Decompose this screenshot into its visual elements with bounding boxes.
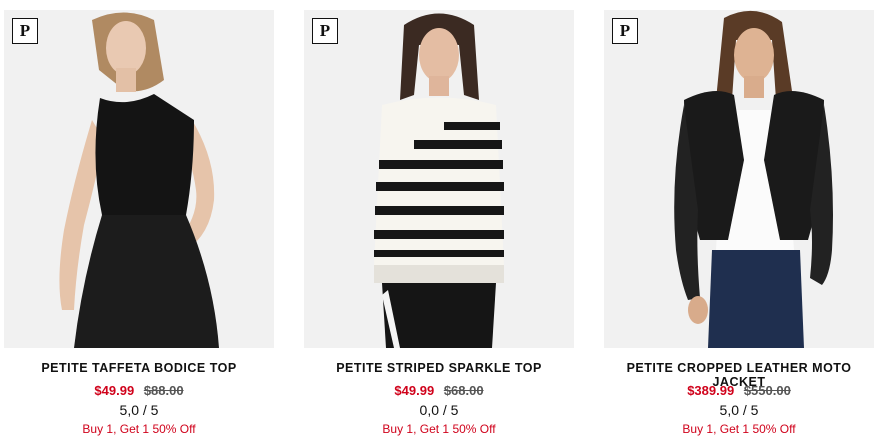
original-price: $88.00 bbox=[143, 383, 184, 398]
original-price: $550.00 bbox=[743, 383, 791, 398]
price-row: $389.99 $550.00 bbox=[604, 383, 874, 398]
sale-price: $389.99 bbox=[687, 383, 735, 398]
sale-price: $49.99 bbox=[94, 383, 135, 398]
product-image[interactable]: P bbox=[604, 10, 874, 348]
model-photo bbox=[4, 10, 274, 348]
promo-link[interactable]: Buy 1, Get 1 50% Off bbox=[304, 422, 574, 436]
rating-text: 5,0 / 5 bbox=[119, 402, 159, 418]
petite-badge: P bbox=[12, 18, 38, 44]
product-name[interactable]: PETITE STRIPED SPARKLE TOP bbox=[304, 361, 574, 375]
model-photo bbox=[604, 10, 874, 348]
promo-link[interactable]: Buy 1, Get 1 50% Off bbox=[4, 422, 274, 436]
model-photo bbox=[304, 10, 574, 348]
product-image[interactable]: P bbox=[304, 10, 574, 348]
product-image[interactable]: P bbox=[4, 10, 274, 348]
product-grid: P PETITE TAFFETA BODICE TOP $49.99 $88.0… bbox=[0, 0, 882, 443]
promo-link[interactable]: Buy 1, Get 1 50% Off bbox=[604, 422, 874, 436]
product-card: P PETITE TAFFETA BODICE TOP $49.99 $88.0… bbox=[4, 0, 274, 443]
rating-text: 5,0 / 5 bbox=[719, 402, 759, 418]
original-price: $68.00 bbox=[443, 383, 484, 398]
price-row: $49.99 $88.00 bbox=[4, 383, 274, 398]
product-name[interactable]: PETITE TAFFETA BODICE TOP bbox=[4, 361, 274, 375]
petite-badge: P bbox=[312, 18, 338, 44]
sale-price: $49.99 bbox=[394, 383, 435, 398]
rating-text: 0,0 / 5 bbox=[419, 402, 459, 418]
price-row: $49.99 $68.00 bbox=[304, 383, 574, 398]
petite-badge: P bbox=[612, 18, 638, 44]
product-card: P PETITE STRIPED SPARKLE TOP $49.99 $68.… bbox=[304, 0, 574, 443]
product-card: P PETITE CROPPED LEATHER MOTO JACKET $38… bbox=[604, 0, 874, 443]
